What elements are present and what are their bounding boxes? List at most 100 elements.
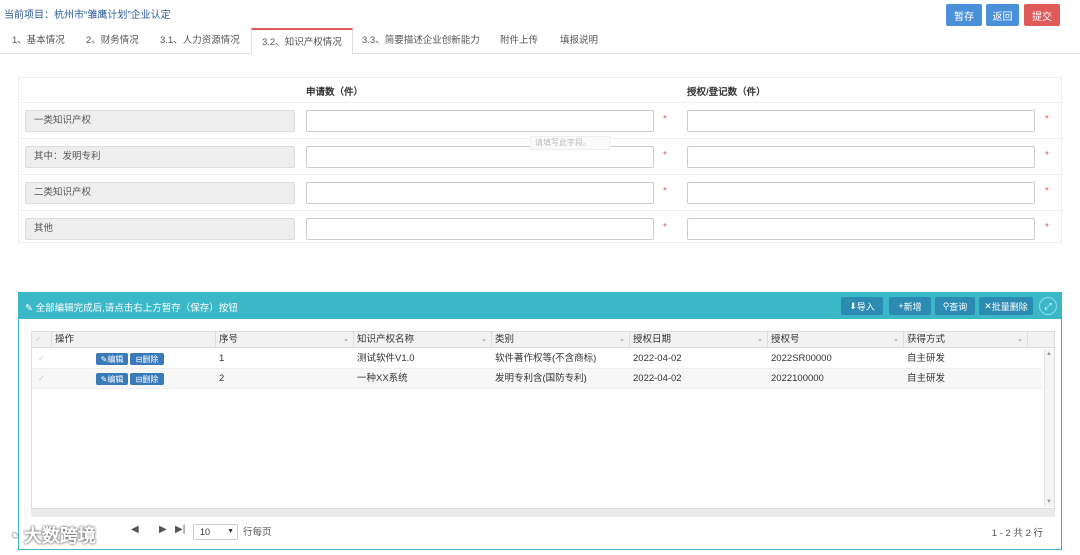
edit-label: 编辑 [107,354,124,364]
cell-name: 测试软件V1.0 [357,353,415,364]
chevron-down-icon: ▼ [227,528,234,535]
cell-number: 2022SR00000 [771,353,832,364]
page-info: 1 - 2 共 2 行 [991,528,1043,539]
edit-icon: ✎ [100,354,108,364]
form-row: 其他 * * [19,210,1063,246]
chevron-down-icon: ⌄ [619,336,625,343]
batch-delete-button[interactable]: ✕ 批量删除 [979,297,1033,315]
tab-basic[interactable]: 1、基本情况 [12,28,65,54]
ip-count-form: 申请数（件） 授权/登记数（件） 一类知识产权 * * 其中：发明专利 * * … [18,77,1063,246]
table-row[interactable]: ✓ ✎ 编辑 ⊟ 删除 1 测试软件V1.0 软件著作权等(不含商标) 2022-0… [32,349,1042,369]
row-checkbox[interactable]: ✓ [38,354,45,363]
arrow-up-icon[interactable]: ▲ [1046,351,1052,357]
chevron-down-icon: ⌄ [1017,336,1023,343]
tab-hr[interactable]: 3.1、人力资源情况 [160,28,240,54]
table-row[interactable]: ✓ ✎ 编辑 ⊟ 删除 2 一种XX系统 发明专利含(国防专利) 2022-04-0… [32,369,1042,389]
required-mark: * [1045,186,1049,197]
granted-column-header: 授权/登记数（件） [687,87,766,98]
required-mark: * [663,150,667,161]
form-row: 一类知识产权 * * [19,102,1063,138]
pagination: ◀ ▶ ▶| 10 ▼ 行每页 1 - 2 共 2 行 [31,521,1055,543]
col-seq-label: 序号 [219,334,239,345]
cell-method: 自主研发 [907,353,946,364]
last-page-icon[interactable]: ▶| [175,524,185,535]
chevron-down-icon: ⌄ [343,336,349,343]
col-name-label: 知识产权名称 [357,334,415,345]
delete-button[interactable]: ⊟ 删除 [130,353,164,365]
cell-method: 自主研发 [907,373,946,384]
col-category[interactable]: 类别 ⌄ [492,332,630,348]
import-icon: ⬇ [849,300,857,311]
arrow-down-icon[interactable]: ▼ [1046,499,1052,505]
cell-category: 发明专利含(国防专利) [495,373,587,384]
cell-date: 2022-04-02 [633,353,682,364]
row-label: 一类知识产权 [25,110,295,132]
edit-label: 编辑 [107,374,124,384]
import-button[interactable]: ⬇ 导入 [841,297,883,315]
back-button[interactable]: 返回 [986,4,1019,26]
row-label: 其他 [25,218,295,240]
vertical-scrollbar[interactable]: ▲ ▼ [1044,349,1054,507]
page-size-select[interactable]: 10 ▼ [193,524,238,540]
add-button[interactable]: + 新增 [889,297,931,315]
delete-button[interactable]: ⊟ 删除 [130,373,164,385]
col-number-label: 授权号 [771,334,800,345]
granted-input[interactable] [687,110,1035,132]
chevron-down-icon: ⌄ [757,336,763,343]
prev-page-icon[interactable]: ◀ [131,524,139,535]
col-date[interactable]: 授权日期 ⌄ [630,332,768,348]
trash-icon: ⊟ [135,374,143,384]
delete-label: 删除 [142,354,159,364]
row-label: 二类知识产权 [25,182,295,204]
table-header: ✓ 操作 序号 ⌄ 知识产权名称 ⌄ 类别 ⌄ 授权日期 ⌄ 授权号 ⌄ 获得方式 ⌄ [32,332,1054,348]
col-method-label: 获得方式 [907,334,946,345]
required-mark: * [663,222,667,233]
required-mark: * [1045,114,1049,125]
chevron-down-icon: ⌄ [893,336,899,343]
save-button[interactable]: 暂存 [946,4,982,26]
applied-input[interactable] [306,182,654,204]
query-label: 查询 [949,301,968,312]
panel-title: ✎ 全部编辑完成后,请点击右上方暂存（保存）按钮 [25,303,238,314]
trash-icon: ⊟ [135,354,143,364]
next-page-icon[interactable]: ▶ [159,524,167,535]
required-mark: * [1045,150,1049,161]
close-icon: ✕ [984,300,992,311]
submit-button[interactable]: 提交 [1024,4,1060,26]
expand-icon[interactable]: ⤢ [1039,297,1057,315]
cell-number: 2022100000 [771,373,824,384]
granted-input[interactable] [687,218,1035,240]
cell-date: 2022-04-02 [633,373,682,384]
edit-button[interactable]: ✎ 编辑 [96,373,128,385]
cell-name: 一种XX系统 [357,373,408,384]
top-bar: 当前项目：杭州市“雏鹰计划”企业认定 暂存 返回 提交 [0,0,1080,30]
edit-button[interactable]: ✎ 编辑 [96,353,128,365]
query-button[interactable]: ⚲ 查询 [935,297,975,315]
search-icon: ⚲ [942,300,950,311]
tab-attachments[interactable]: 附件上传 [500,28,538,54]
panel-header: ✎ 全部编辑完成后,请点击右上方暂存（保存）按钮 ⬇ 导入 + 新增 ⚲ 查询 … [19,293,1061,319]
horizontal-scrollbar[interactable] [31,509,1055,517]
required-mark: * [663,114,667,125]
batch-delete-label: 批量删除 [991,301,1028,312]
validation-tooltip: 请填写此字段。 [530,136,610,150]
granted-input[interactable] [687,146,1035,168]
applied-input[interactable] [306,110,654,132]
applied-input[interactable] [306,218,654,240]
select-all-checkbox[interactable]: ✓ [32,332,52,348]
row-checkbox[interactable]: ✓ [38,374,45,383]
tab-innovation[interactable]: 3.3、简要描述企业创新能力 [362,28,480,54]
tab-ip[interactable]: 3.2、知识产权情况 [251,28,353,54]
granted-input[interactable] [687,182,1035,204]
watermark: ◔ 大数跨境 [8,526,96,546]
required-mark: * [663,186,667,197]
col-category-label: 类别 [495,334,515,345]
applied-column-header: 申请数（件） [306,87,364,98]
col-name[interactable]: 知识产权名称 ⌄ [354,332,492,348]
ip-list-panel: ✎ 全部编辑完成后,请点击右上方暂存（保存）按钮 ⬇ 导入 + 新增 ⚲ 查询 … [18,292,1062,550]
col-number[interactable]: 授权号 ⌄ [768,332,904,348]
col-method[interactable]: 获得方式 ⌄ [904,332,1028,348]
col-seq[interactable]: 序号 ⌄ [216,332,354,348]
tab-finance[interactable]: 2、财务情况 [86,28,139,54]
tab-instructions[interactable]: 填报说明 [560,28,598,54]
